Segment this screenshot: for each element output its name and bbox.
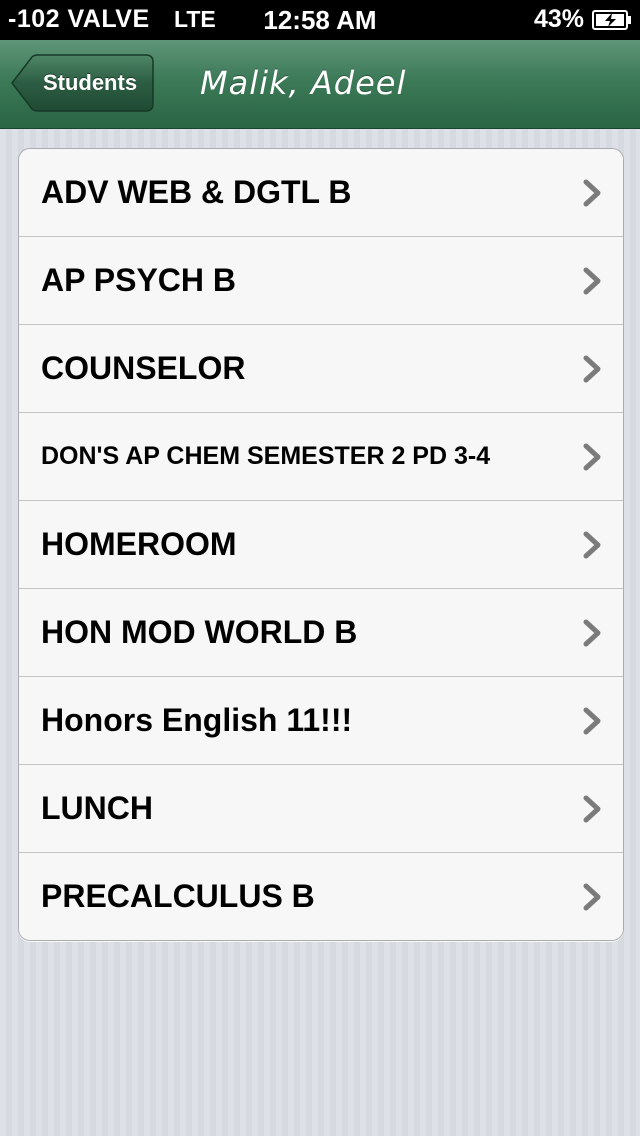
chevron-right-icon <box>583 619 601 647</box>
course-row[interactable]: COUNSELOR <box>19 325 623 413</box>
course-label: HON MOD WORLD B <box>41 614 358 650</box>
course-label: PRECALCULUS B <box>41 878 315 914</box>
battery-charging-icon <box>592 10 631 30</box>
status-bar: -102 VALVE LTE 12:58 AM 43% <box>0 0 640 40</box>
course-row[interactable]: Honors English 11!!! <box>19 677 623 765</box>
course-row[interactable]: DON'S AP CHEM SEMESTER 2 PD 3-4 <box>19 413 623 501</box>
course-row[interactable]: LUNCH <box>19 765 623 853</box>
battery-percent: 43% <box>533 5 584 33</box>
course-label: LUNCH <box>41 790 153 826</box>
course-label: Honors English 11!!! <box>41 702 353 738</box>
chevron-right-icon <box>583 355 601 383</box>
course-label: AP PSYCH B <box>41 262 237 298</box>
chevron-right-icon <box>583 443 601 471</box>
course-row[interactable]: AP PSYCH B <box>19 237 623 325</box>
chevron-right-icon <box>583 267 601 295</box>
chevron-right-icon <box>583 179 601 207</box>
course-row[interactable]: HOMEROOM <box>19 501 623 589</box>
course-label: HOMEROOM <box>41 526 237 562</box>
course-label: ADV WEB & DGTL B <box>41 174 352 210</box>
course-row[interactable]: PRECALCULUS B <box>19 853 623 940</box>
chevron-right-icon <box>583 707 601 735</box>
course-row[interactable]: ADV WEB & DGTL B <box>19 149 623 237</box>
back-button-students[interactable]: Students <box>10 54 154 112</box>
page-title: Malik, Adeel <box>200 64 407 102</box>
course-label: DON'S AP CHEM SEMESTER 2 PD 3-4 <box>41 442 491 470</box>
chevron-right-icon <box>583 795 601 823</box>
back-button-label: Students <box>42 70 138 95</box>
navigation-bar: Students Malik, Adeel <box>0 40 640 129</box>
chevron-right-icon <box>583 883 601 911</box>
course-list: ADV WEB & DGTL B AP PSYCH B COUNSELOR DO… <box>18 148 624 941</box>
course-label: COUNSELOR <box>41 350 246 386</box>
chevron-right-icon <box>583 531 601 559</box>
course-row[interactable]: HON MOD WORLD B <box>19 589 623 677</box>
